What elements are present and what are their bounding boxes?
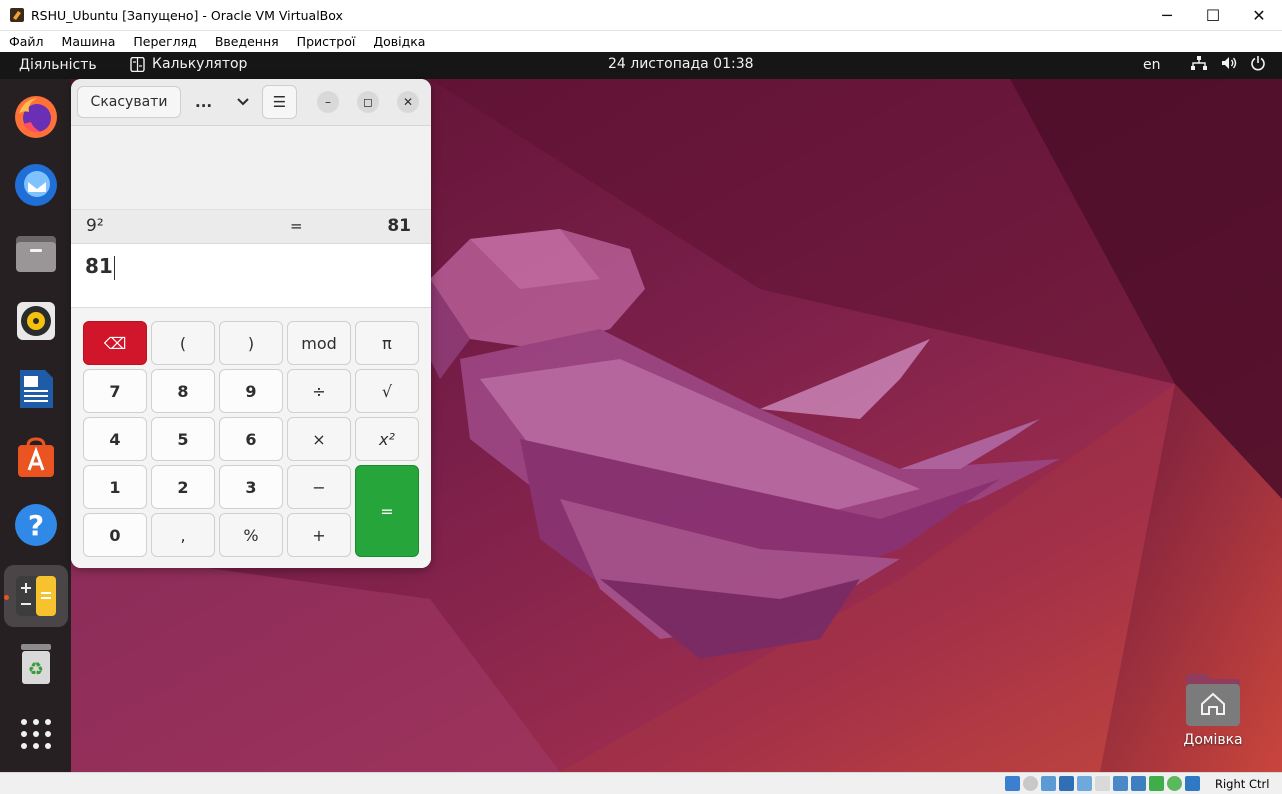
key-4[interactable]: 4 (83, 417, 147, 461)
display-icon[interactable] (1113, 776, 1128, 791)
menu-help[interactable]: Довідка (364, 34, 434, 49)
guest-additions-icon[interactable] (1167, 776, 1182, 791)
host-maximize-button[interactable]: ☐ (1190, 0, 1236, 31)
calculator-header-bar: Скасувати ... ☰ – ◻ ✕ (71, 79, 431, 126)
maximize-button[interactable]: ◻ (357, 91, 379, 113)
backspace-key[interactable]: ⌫ (83, 321, 147, 365)
history-equals: = (290, 217, 303, 235)
keypad: ⌫ ( ) mod π 7 8 9 ÷ √ 4 5 6 × x² 1 2 3 −… (71, 308, 431, 568)
chevron-down-icon (237, 98, 249, 106)
ubuntu-dock: ? ♻ (0, 79, 71, 772)
menu-devices[interactable]: Пристрої (288, 34, 365, 49)
host-minimize-button[interactable]: ─ (1144, 0, 1190, 31)
plus-key[interactable]: + (287, 513, 351, 557)
percent-key[interactable]: % (219, 513, 283, 557)
key-8[interactable]: 8 (151, 369, 215, 413)
files-icon[interactable] (11, 228, 61, 278)
window-title: RSHU_Ubuntu [Запущено] - Oracle VM Virtu… (31, 7, 343, 23)
close-paren-key[interactable]: ) (219, 321, 283, 365)
trash-icon[interactable]: ♻ (11, 639, 61, 689)
thunderbird-icon[interactable] (11, 160, 61, 210)
pi-key[interactable]: π (355, 321, 419, 365)
network-adapter-icon[interactable] (1059, 776, 1074, 791)
key-0[interactable]: 0 (83, 513, 147, 557)
mouse-integration-icon[interactable] (1185, 776, 1200, 791)
optical-drive-icon[interactable] (1023, 776, 1038, 791)
history-panel (71, 126, 431, 209)
cancel-button[interactable]: Скасувати (77, 86, 181, 118)
key-1[interactable]: 1 (83, 465, 147, 509)
gnome-top-bar: Діяльність Калькулятор 24 листопада 01:3… (0, 52, 1282, 79)
decimal-separator-key[interactable]: , (151, 513, 215, 557)
open-paren-key[interactable]: ( (151, 321, 215, 365)
history-entry[interactable]: 9² = 81 (71, 209, 431, 244)
app-menu-label: Калькулятор (152, 56, 248, 72)
virtualbox-title-bar: RSHU_Ubuntu [Запущено] - Oracle VM Virtu… (0, 0, 1282, 31)
virtualbox-app-icon (10, 8, 24, 22)
clock[interactable]: 24 листопада 01:38 (608, 56, 754, 72)
firefox-icon[interactable] (11, 92, 61, 142)
menu-machine[interactable]: Машина (53, 34, 125, 49)
keyboard-layout-indicator[interactable]: en (1143, 57, 1161, 73)
entry-value: 81 (85, 254, 113, 278)
divide-key[interactable]: ÷ (287, 369, 351, 413)
minimize-button[interactable]: – (317, 91, 339, 113)
menu-input[interactable]: Введення (206, 34, 288, 49)
virtualbox-status-bar: Right Ctrl (0, 772, 1282, 794)
virtualbox-menu-bar: Файл Машина Перегляд Введення Пристрої Д… (0, 31, 1282, 52)
vt-x-icon[interactable] (1149, 776, 1164, 791)
home-folder-label[interactable]: Домівка (1170, 732, 1256, 748)
running-indicator (4, 595, 9, 600)
text-caret (113, 255, 115, 280)
writer-icon[interactable] (11, 364, 61, 414)
show-apps-icon[interactable] (11, 709, 61, 759)
svg-text:?: ? (28, 509, 44, 542)
menu-file[interactable]: Файл (0, 34, 53, 49)
key-2[interactable]: 2 (151, 465, 215, 509)
close-button[interactable]: ✕ (397, 91, 419, 113)
system-menu[interactable] (1190, 55, 1266, 71)
host-close-button[interactable]: ✕ (1236, 0, 1282, 31)
square-key[interactable]: x² (355, 417, 419, 461)
help-icon[interactable]: ? (11, 500, 61, 550)
power-icon (1251, 56, 1265, 71)
calculator-window: Скасувати ... ☰ – ◻ ✕ 9² = 81 81 ⌫ ( ) m… (71, 79, 431, 568)
storage-icon[interactable] (1005, 776, 1020, 791)
mode-selector-label: ... (195, 93, 213, 111)
expression-entry[interactable]: 81 (71, 244, 431, 308)
audio-icon[interactable] (1041, 776, 1056, 791)
app-menu[interactable]: Калькулятор (130, 56, 247, 72)
calculator-small-icon (130, 56, 145, 72)
minus-key[interactable]: − (287, 465, 351, 509)
host-key-label: Right Ctrl (1215, 777, 1270, 791)
history-result: 81 (387, 216, 411, 236)
equals-key[interactable]: = (355, 465, 419, 557)
home-folder-icon[interactable] (1184, 672, 1242, 728)
mod-key[interactable]: mod (287, 321, 351, 365)
sqrt-key[interactable]: √ (355, 369, 419, 413)
usb-icon[interactable] (1077, 776, 1092, 791)
activities-button[interactable]: Діяльність (19, 57, 97, 73)
app-center-icon[interactable] (11, 432, 61, 482)
key-5[interactable]: 5 (151, 417, 215, 461)
key-6[interactable]: 6 (219, 417, 283, 461)
multiply-key[interactable]: × (287, 417, 351, 461)
volume-icon (1222, 57, 1237, 69)
guest-screen[interactable]: Діяльність Калькулятор 24 листопада 01:3… (0, 52, 1282, 772)
calculator-icon[interactable] (11, 571, 61, 621)
key-7[interactable]: 7 (83, 369, 147, 413)
shared-folders-icon[interactable] (1095, 776, 1110, 791)
recording-icon[interactable] (1131, 776, 1146, 791)
key-9[interactable]: 9 (219, 369, 283, 413)
rhythmbox-icon[interactable] (11, 296, 61, 346)
menu-view[interactable]: Перегляд (124, 34, 205, 49)
hamburger-menu-button[interactable]: ☰ (262, 85, 297, 119)
svg-text:♻: ♻ (28, 659, 44, 680)
mode-selector[interactable]: ... (195, 86, 249, 118)
history-expression: 9² (86, 216, 104, 236)
key-3[interactable]: 3 (219, 465, 283, 509)
network-icon (1191, 56, 1207, 70)
